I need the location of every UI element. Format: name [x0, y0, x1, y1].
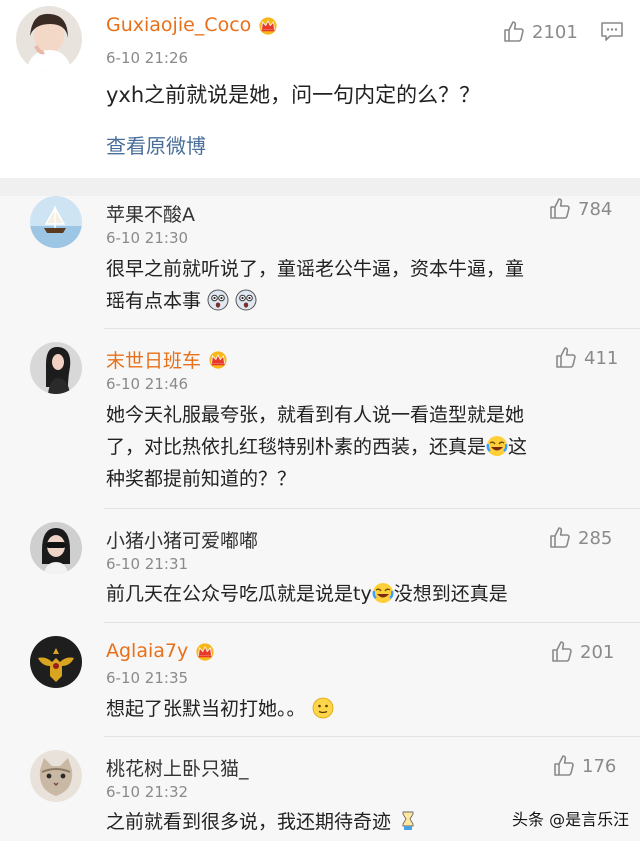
divider [104, 328, 640, 329]
text-segment: 想起了张默当初打她。。 [106, 698, 306, 720]
like-count: 2101 [532, 21, 578, 43]
like-button[interactable]: 176 [552, 754, 616, 778]
like-button[interactable]: 2101 [502, 20, 578, 44]
thumbs-up-icon [552, 754, 576, 778]
like-button[interactable]: 201 [550, 640, 614, 664]
username[interactable]: 桃花树上卧只猫_ [106, 754, 249, 781]
shocked-emoji-icon [207, 289, 229, 311]
main-comment: Guxiaojie_Coco 6-10 21:26 2101 yxh之前就说是她… [0, 0, 640, 178]
watermark: 头条 @是言乐汪 [512, 810, 630, 829]
avatar[interactable] [30, 636, 82, 688]
divider [104, 508, 640, 509]
thumbs-up-icon [548, 526, 572, 550]
like-button[interactable]: 411 [554, 346, 618, 370]
crown-icon [257, 16, 279, 35]
text-line: 种奖都提前知道的？？ [106, 468, 297, 490]
avatar[interactable] [16, 6, 82, 72]
avatar[interactable] [30, 750, 82, 802]
like-count: 285 [578, 527, 613, 549]
avatar[interactable] [30, 342, 82, 394]
username[interactable]: Guxiaojie_Coco [106, 14, 279, 36]
text-segment: 没想到还真是 [393, 583, 508, 605]
text-line: 之前就看到很多说，我还期待奇迹 [106, 806, 419, 838]
username-text[interactable]: 末世日班车 [106, 346, 201, 373]
comment-text: 很早之前就听说了，童谣老公牛逼，资本牛逼，童 瑶有点本事 [106, 253, 524, 317]
username-text[interactable]: 苹果不酸A [106, 200, 195, 227]
hourglass-emoji-icon [397, 810, 419, 832]
username[interactable]: 末世日班车 [106, 346, 229, 373]
reply-list: 苹果不酸A 6-10 21:30 784 很早之前就听说了，童谣老公牛逼，资本牛… [0, 196, 640, 841]
laugh-cry-emoji-icon [486, 435, 508, 457]
comment-text: 想起了张默当初打她。。 [106, 693, 334, 725]
like-count: 411 [584, 347, 619, 369]
thumbs-up-icon [548, 197, 572, 221]
crown-icon [207, 350, 229, 369]
comment-text: yxh之前就说是她，问一句内定的么？？ [106, 83, 481, 107]
avatar[interactable] [30, 522, 82, 574]
text-segment: 了，对比热依扎红毯特别朴素的西装，还真是 [106, 436, 487, 458]
comment-time: 6-10 21:26 [106, 49, 189, 67]
text-segment: 前几天在公众号吃瓜就是说是ty [106, 583, 372, 605]
text-segment: 这 [508, 436, 528, 458]
shocked-emoji-icon [235, 289, 257, 311]
text-line: 前几天在公众号吃瓜就是说是ty 没想到还真是 [106, 578, 508, 610]
username-text[interactable]: 小猪小猪可爱嘟嘟 [106, 526, 258, 553]
section-divider [0, 178, 640, 196]
comment-text: 她今天礼服最夸张，就看到有人说一看造型就是她 了，对比热依扎红毯特别朴素的西装，… [106, 399, 527, 495]
like-button[interactable]: 285 [548, 526, 612, 550]
comment-text: 之前就看到很多说，我还期待奇迹 [106, 806, 419, 838]
view-original-link[interactable]: 查看原微博 [106, 130, 206, 159]
like-count: 784 [578, 198, 613, 220]
comment-text: 前几天在公众号吃瓜就是说是ty 没想到还真是 [106, 578, 508, 610]
thumbs-up-icon [554, 346, 578, 370]
comment-time: 6-10 21:35 [106, 669, 189, 687]
like-count: 201 [580, 641, 615, 663]
username-text[interactable]: Guxiaojie_Coco [106, 14, 251, 36]
username-text[interactable]: 桃花树上卧只猫_ [106, 754, 249, 781]
like-button[interactable]: 784 [548, 197, 612, 221]
thumbs-up-icon [550, 640, 574, 664]
divider [104, 736, 640, 737]
text-line: 了，对比热依扎红毯特别朴素的西装，还真是这 [106, 431, 527, 463]
crown-icon [194, 642, 216, 661]
text-line: 很早之前就听说了，童谣老公牛逼，资本牛逼，童 [106, 258, 525, 280]
laugh-cry-emoji-icon [372, 582, 394, 604]
comment-icon[interactable] [600, 21, 624, 43]
avatar[interactable] [30, 196, 82, 248]
comment-time: 6-10 21:32 [106, 783, 189, 801]
smirk-emoji-icon [312, 697, 334, 719]
text-line: 瑶有点本事 [106, 285, 524, 317]
username[interactable]: Aglaia7y [106, 640, 216, 662]
text-segment: 瑶有点本事 [106, 290, 202, 312]
username[interactable]: 小猪小猪可爱嘟嘟 [106, 526, 258, 553]
comment-time: 6-10 21:31 [106, 555, 189, 573]
divider [104, 622, 640, 623]
text-line: 想起了张默当初打她。。 [106, 693, 334, 725]
comment-time: 6-10 21:46 [106, 375, 189, 393]
username-text[interactable]: Aglaia7y [106, 640, 188, 662]
thumbs-up-icon [502, 20, 526, 44]
like-count: 176 [582, 755, 617, 777]
username[interactable]: 苹果不酸A [106, 200, 195, 227]
text-segment: 之前就看到很多说，我还期待奇迹 [106, 811, 392, 833]
text-line: 她今天礼服最夸张，就看到有人说一看造型就是她 [106, 404, 525, 426]
comment-time: 6-10 21:30 [106, 229, 189, 247]
